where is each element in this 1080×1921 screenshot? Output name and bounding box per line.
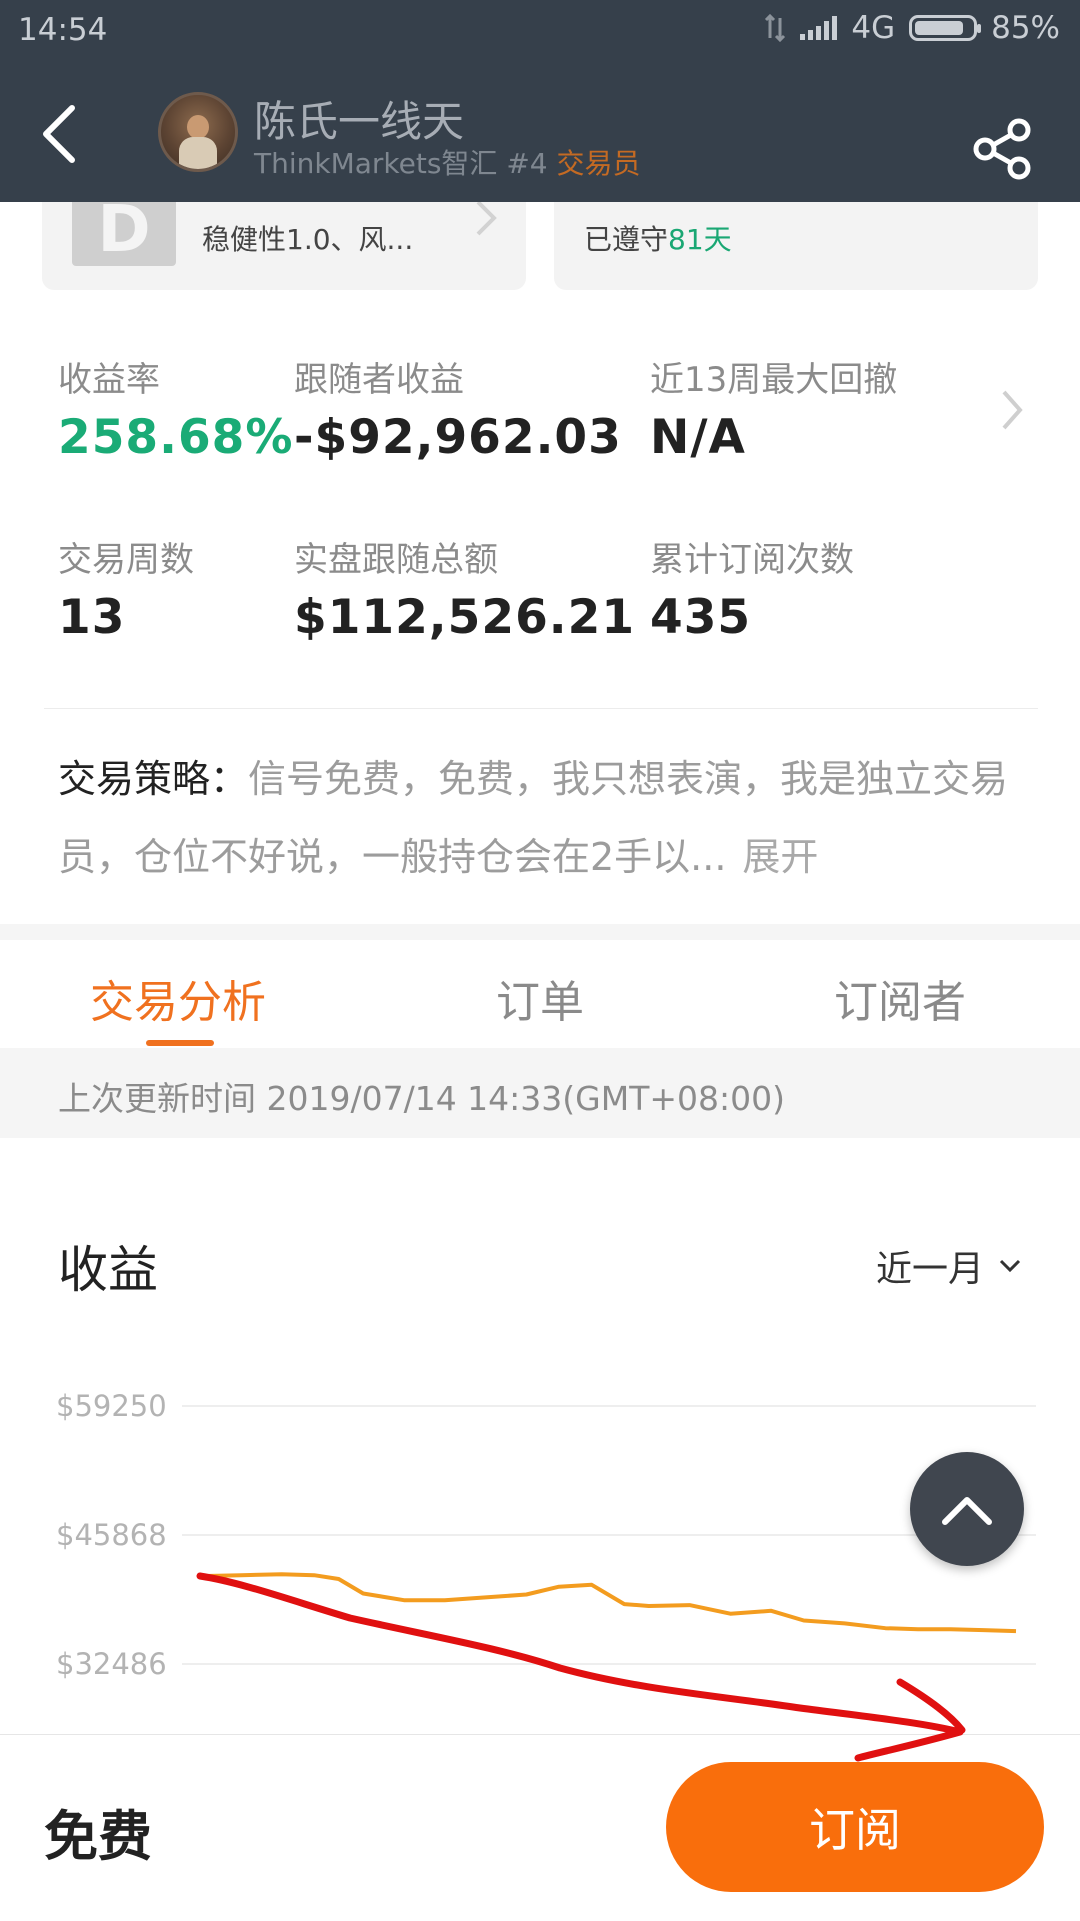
follower-profit-label: 跟随者收益 xyxy=(294,360,464,400)
y-tick-label: $59250 xyxy=(56,1389,167,1423)
price-label: 免费 xyxy=(44,1805,152,1868)
y-tick-label: $32486 xyxy=(56,1647,167,1681)
network-type: 4G xyxy=(851,10,896,46)
active-tab-indicator xyxy=(146,1040,214,1046)
tab-orders[interactable]: 订单 xyxy=(496,966,584,1030)
trader-role: 交易员 xyxy=(556,147,641,180)
y-tick-label: $45868 xyxy=(56,1518,167,1552)
commitment-card-text: 已遵守81天 xyxy=(584,218,732,258)
strategy-text: 交易策略：信号免费，免费，我只想表演，我是独立交易员，仓位不好说，一般持仓会在2… xyxy=(58,740,1038,896)
signal-icon xyxy=(800,16,838,40)
trade-weeks-value: 13 xyxy=(58,590,126,645)
share-icon xyxy=(973,118,1031,180)
strategy-label: 交易策略： xyxy=(58,757,249,801)
earnings-series-line xyxy=(199,1572,1017,1634)
trader-name: 陈氏一线天 xyxy=(254,97,465,146)
battery-icon xyxy=(909,15,982,41)
commitment-days: 81天 xyxy=(668,223,732,256)
trader-subtitle: ThinkMarkets智汇 #4 交易员 xyxy=(254,142,641,182)
share-button[interactable] xyxy=(972,118,1034,180)
chevron-left-icon xyxy=(43,105,75,163)
platform-rank: ThinkMarkets智汇 #4 xyxy=(254,147,548,180)
earnings-title: 收益 xyxy=(58,1241,158,1299)
tab-trade-analysis[interactable]: 交易分析 xyxy=(90,966,266,1030)
chevron-down-icon xyxy=(999,1259,1021,1273)
subscribe-button[interactable]: 订阅 xyxy=(666,1762,1044,1892)
max-drawdown-value: N/A xyxy=(650,410,746,465)
yield-label: 收益率 xyxy=(58,360,160,400)
chevron-right-icon xyxy=(470,196,500,240)
earnings-chart: $59250 $45868 $32486 xyxy=(56,1389,1036,1681)
range-dropdown-value: 近一月 xyxy=(876,1249,985,1290)
total-follow-label: 实盘跟随总额 xyxy=(294,540,498,580)
stats-detail-chevron-icon[interactable] xyxy=(998,386,1026,434)
trade-weeks-label: 交易周数 xyxy=(58,540,194,580)
last-update-text: 上次更新时间 2019/07/14 14:33(GMT+08:00) xyxy=(58,1079,785,1118)
scroll-top-button[interactable] xyxy=(910,1452,1024,1566)
status-time: 14:54 xyxy=(18,12,108,48)
total-follow-value: $112,526.21 xyxy=(294,590,636,645)
section-gap xyxy=(0,924,1080,940)
status-indicators: 4G 85% xyxy=(764,10,1060,46)
trader-avatar[interactable] xyxy=(158,92,238,172)
rating-card-text: 稳健性1.0、风... xyxy=(202,223,414,256)
data-transfer-icon xyxy=(765,14,786,42)
tab-subscribers[interactable]: 订阅者 xyxy=(834,966,966,1030)
yield-value: 258.68% xyxy=(58,410,294,465)
back-button[interactable] xyxy=(30,96,90,172)
max-drawdown-label: 近13周最大回撤 xyxy=(650,360,898,400)
battery-percent: 85% xyxy=(991,10,1060,46)
subscription-count-label: 累计订阅次数 xyxy=(650,540,854,580)
commitment-prefix: 已遵守 xyxy=(584,223,669,256)
chevron-up-icon xyxy=(942,1497,992,1525)
divider xyxy=(44,708,1038,709)
strategy-expand-link[interactable]: 展开 xyxy=(742,835,818,879)
range-dropdown[interactable]: 近一月 xyxy=(876,1240,1022,1292)
subscription-count-value: 435 xyxy=(650,590,752,645)
follower-profit-value: -$92,962.03 xyxy=(294,410,622,465)
